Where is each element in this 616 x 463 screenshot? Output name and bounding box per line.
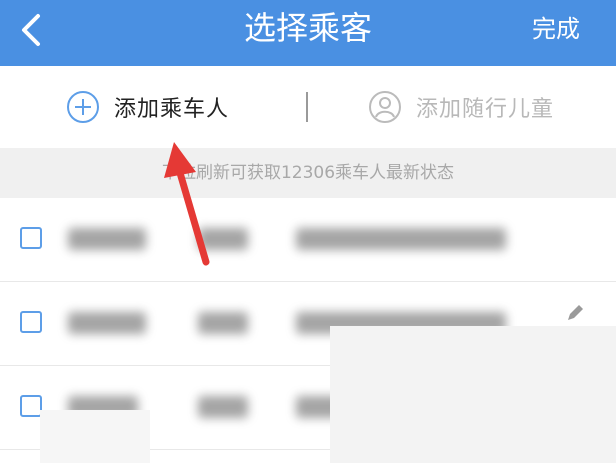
refresh-hint: 下拉刷新可获取12306乘车人最新状态	[0, 148, 616, 198]
passenger-checkbox[interactable]	[20, 395, 42, 417]
passenger-type-blurred	[198, 228, 248, 250]
plus-circle-icon	[67, 91, 99, 123]
add-child-label: 添加随行儿童	[416, 97, 555, 122]
add-passenger-label: 添加乘车人	[114, 97, 230, 122]
add-child-button[interactable]: 添加随行儿童	[368, 90, 554, 124]
edit-passenger-button[interactable]	[564, 302, 586, 328]
mosaic-block	[330, 326, 616, 463]
passenger-checkbox[interactable]	[20, 311, 42, 333]
action-bar: 添加乘车人 添加随行儿童	[0, 66, 616, 148]
add-passenger-button[interactable]: 添加乘车人	[66, 90, 229, 124]
passenger-type-blurred	[198, 312, 248, 334]
user-circle-icon	[369, 91, 401, 123]
action-divider	[306, 92, 308, 122]
page-title: 选择乘客	[243, 9, 372, 47]
passenger-name-blurred	[68, 228, 146, 250]
passenger-type-blurred	[198, 396, 248, 418]
nav-header: 选择乘客 完成	[0, 0, 616, 66]
mosaic-block	[40, 410, 150, 463]
passenger-name-blurred	[68, 312, 146, 334]
done-button[interactable]: 完成	[532, 12, 580, 46]
pencil-icon	[568, 305, 583, 320]
passenger-id-blurred	[296, 228, 506, 250]
list-item[interactable]	[0, 198, 616, 282]
passenger-checkbox[interactable]	[20, 227, 42, 249]
